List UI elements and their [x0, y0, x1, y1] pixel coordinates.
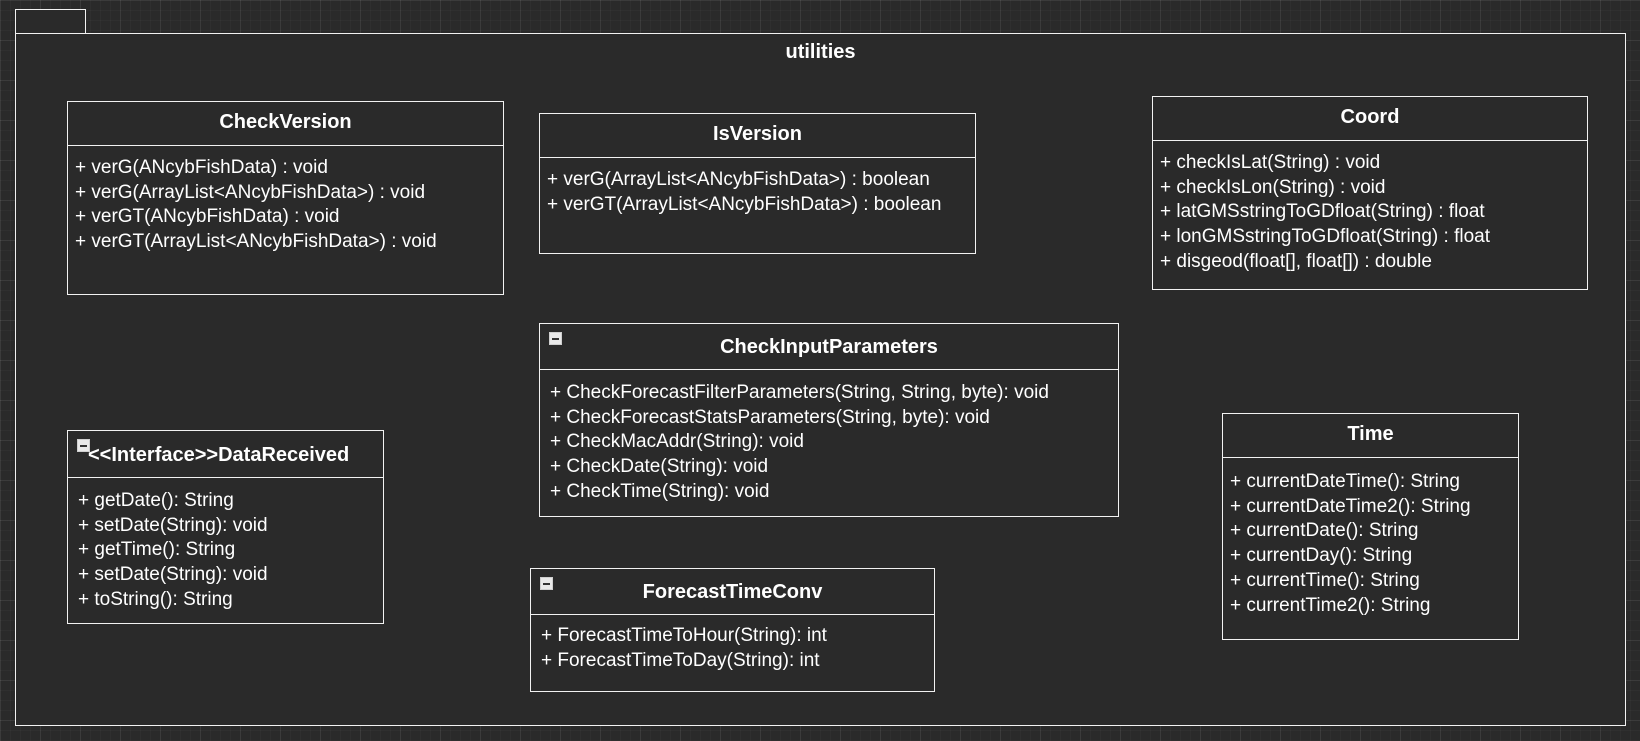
class-name: IsVersion [713, 123, 802, 145]
class-members: + verG(ANcybFishData) : void + verG(Arra… [68, 146, 503, 255]
class-member[interactable]: + setDate(String): void [78, 514, 383, 539]
class-header: ForecastTimeConv [531, 569, 934, 615]
class-check-version[interactable]: CheckVersion + verG(ANcybFishData) : voi… [67, 101, 504, 295]
class-time[interactable]: Time + currentDateTime(): String + curre… [1222, 413, 1519, 640]
class-member[interactable]: + CheckTime(String): void [550, 480, 1118, 505]
class-members: + getDate(): String + setDate(String): v… [68, 478, 383, 613]
class-member[interactable]: + checkIsLat(String) : void [1160, 151, 1587, 176]
class-member[interactable]: + currentDate(): String [1230, 519, 1518, 544]
class-member[interactable]: + setDate(String): void [78, 563, 383, 588]
class-header: IsVersion [540, 114, 975, 158]
class-member[interactable]: + CheckForecastFilterParameters(String, … [550, 381, 1118, 406]
class-name: CheckVersion [219, 111, 352, 133]
class-member[interactable]: + currentTime(): String [1230, 569, 1518, 594]
class-member[interactable]: + currentTime2(): String [1230, 594, 1518, 619]
class-member[interactable]: + verGT(ArrayList<ANcybFishData>) : void [75, 230, 503, 255]
class-is-version[interactable]: IsVersion + verG(ArrayList<ANcybFishData… [539, 113, 976, 254]
class-member[interactable]: + disgeod(float[], float[]) : double [1160, 250, 1587, 275]
class-member[interactable]: + verG(ANcybFishData) : void [75, 156, 503, 181]
class-member[interactable]: + verGT(ANcybFishData) : void [75, 205, 503, 230]
class-name: ForecastTimeConv [642, 581, 823, 603]
class-member[interactable]: + latGMSstringToGDfloat(String) : float [1160, 200, 1587, 225]
class-members: + ForecastTimeToHour(String): int + Fore… [531, 615, 934, 673]
class-member[interactable]: + currentDay(): String [1230, 544, 1518, 569]
class-members: + verG(ArrayList<ANcybFishData>) : boole… [540, 158, 975, 217]
class-member[interactable]: + currentDateTime2(): String [1230, 495, 1518, 520]
class-member[interactable]: + ForecastTimeToDay(String): int [541, 649, 934, 674]
class-coord[interactable]: Coord + checkIsLat(String) : void + chec… [1152, 96, 1588, 290]
collapse-icon[interactable] [540, 577, 553, 590]
class-name: Coord [1340, 106, 1400, 128]
class-member[interactable]: + currentDateTime(): String [1230, 470, 1518, 495]
class-header: Time [1223, 414, 1518, 458]
class-name: <<Interface>>DataReceived [88, 444, 350, 466]
class-member[interactable]: + verG(ArrayList<ANcybFishData>) : boole… [547, 168, 975, 193]
class-name: CheckInputParameters [720, 336, 938, 358]
package-tab[interactable] [15, 9, 86, 33]
class-name: Time [1347, 423, 1394, 445]
class-member[interactable]: + ForecastTimeToHour(String): int [541, 624, 934, 649]
class-member[interactable]: + CheckMacAddr(String): void [550, 430, 1118, 455]
collapse-icon[interactable] [549, 332, 562, 345]
class-data-received[interactable]: <<Interface>>DataReceived + getDate(): S… [67, 430, 384, 624]
class-member[interactable]: + getDate(): String [78, 489, 383, 514]
collapse-icon[interactable] [77, 439, 90, 452]
package-title: utilities [785, 41, 856, 63]
class-member[interactable]: + lonGMSstringToGDfloat(String) : float [1160, 225, 1587, 250]
class-member[interactable]: + CheckForecastStatsParameters(String, b… [550, 406, 1118, 431]
class-header: <<Interface>>DataReceived [68, 431, 383, 478]
class-members: + currentDateTime(): String + currentDat… [1223, 458, 1518, 618]
class-check-input-parameters[interactable]: CheckInputParameters + CheckForecastFilt… [539, 323, 1119, 517]
class-member[interactable]: + CheckDate(String): void [550, 455, 1118, 480]
class-forecast-time-conv[interactable]: ForecastTimeConv + ForecastTimeToHour(St… [530, 568, 935, 692]
class-member[interactable]: + toString(): String [78, 588, 383, 613]
class-header: Coord [1153, 97, 1587, 141]
class-header: CheckInputParameters [540, 324, 1118, 370]
class-member[interactable]: + verGT(ArrayList<ANcybFishData>) : bool… [547, 193, 975, 218]
class-header: CheckVersion [68, 102, 503, 146]
class-member[interactable]: + verG(ArrayList<ANcybFishData>) : void [75, 181, 503, 206]
class-members: + CheckForecastFilterParameters(String, … [540, 370, 1118, 505]
class-members: + checkIsLat(String) : void + checkIsLon… [1153, 141, 1587, 275]
class-member[interactable]: + getTime(): String [78, 538, 383, 563]
class-member[interactable]: + checkIsLon(String) : void [1160, 176, 1587, 201]
